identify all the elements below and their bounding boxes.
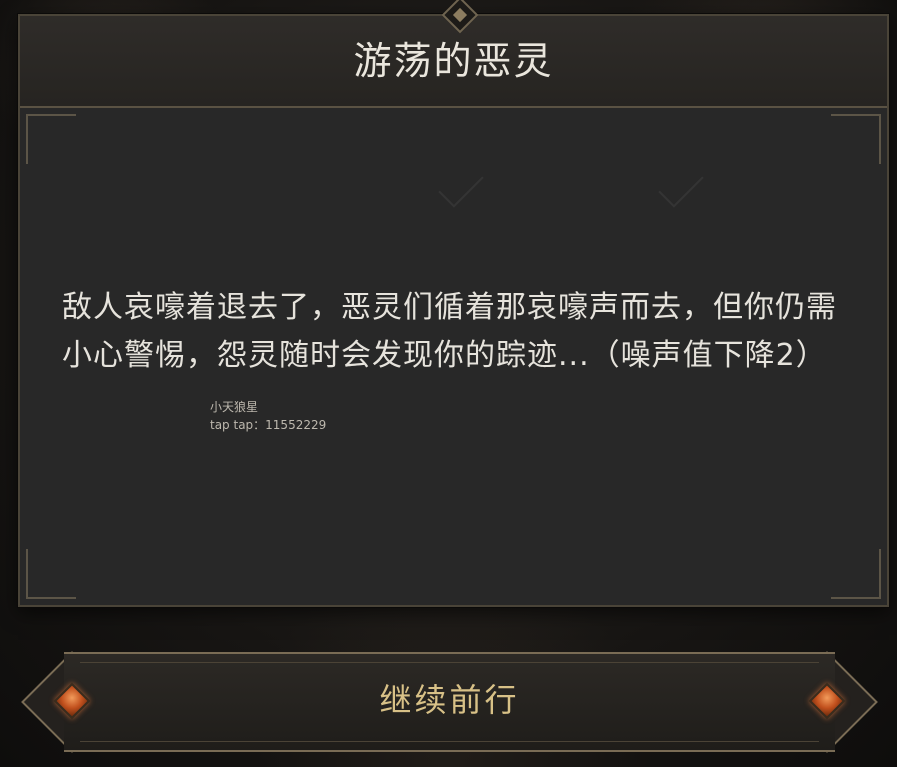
signature-id: tap tap：11552229 bbox=[210, 418, 327, 432]
dialog-title-bar: 游荡的恶灵 bbox=[20, 0, 887, 108]
dialog-title: 游荡的恶灵 bbox=[353, 39, 554, 83]
event-description: 敌人哀嚎着退去了，恶灵们循着那哀嚎声而去，但你仍需小心警惕，怨灵随时会发现你的踪… bbox=[62, 290, 837, 373]
continue-button[interactable]: 继续前行 bbox=[21, 650, 878, 753]
dialog-content-panel: 敌人哀嚎着退去了，恶灵们循着那哀嚎声而去，但你仍需小心警惕，怨灵随时会发现你的踪… bbox=[20, 108, 887, 605]
corner-ornament-top-right bbox=[831, 114, 881, 164]
corner-ornament-bottom-right bbox=[831, 549, 881, 599]
signature-name: 小天狼星 bbox=[210, 400, 259, 414]
continue-button-label: 继续前行 bbox=[379, 681, 520, 719]
corner-ornament-top-left bbox=[26, 114, 76, 164]
event-dialog: 游荡的恶灵 敌人哀嚎着退去了，恶灵们循着那哀嚎声而去，但你仍需小心警惕，怨灵随时… bbox=[18, 0, 889, 607]
faint-emblem-icon bbox=[438, 162, 484, 208]
game-scene: 游荡的恶灵 敌人哀嚎着退去了，恶灵们循着那哀嚎声而去，但你仍需小心警惕，怨灵随时… bbox=[0, 0, 897, 767]
corner-ornament-bottom-left bbox=[26, 549, 76, 599]
author-signature: 小天狼星 tap tap：11552229 bbox=[210, 398, 326, 434]
faint-emblem-icon bbox=[658, 162, 704, 208]
